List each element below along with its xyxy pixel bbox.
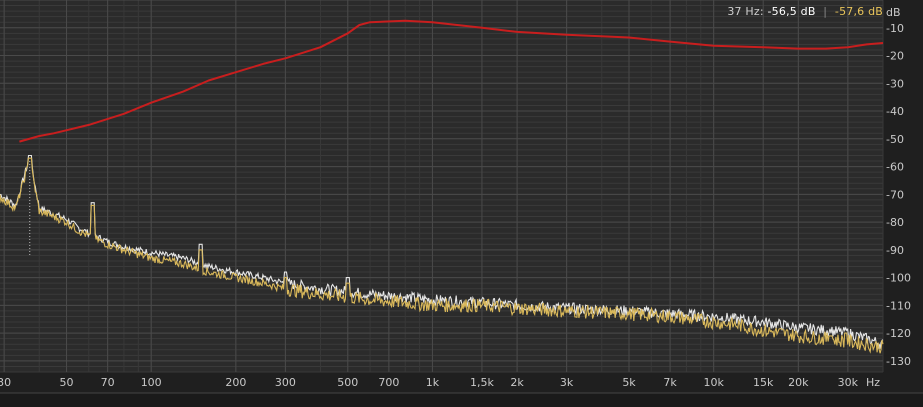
x-tick-label: 5k	[622, 376, 636, 389]
x-tick-label: 30k	[838, 376, 859, 389]
y-tick-label: -90	[886, 244, 904, 257]
x-tick-label: 100	[141, 376, 162, 389]
y-tick-label: dB	[886, 6, 901, 19]
y-tick-label: -120	[886, 327, 911, 340]
readout-value-white: -56,5 dB	[767, 5, 816, 18]
x-tick-label: 20k	[788, 376, 809, 389]
y-tick-label: -60	[886, 161, 904, 174]
y-tick-label: -30	[886, 77, 904, 90]
cursor-readout: 37 Hz: -56,5 dB | -57,6 dB	[727, 5, 883, 18]
spectrum-analyzer[interactable]: dB -10 -20 -30 -40 -50 -60 -70 -80 -90 -100 -110 -12…	[0, 0, 923, 407]
x-tick-label: 500	[337, 376, 358, 389]
x-tick-label: 70	[101, 376, 115, 389]
y-tick-label: -130	[886, 355, 911, 368]
readout-frequency: 37 Hz:	[727, 5, 764, 18]
y-tick-label: -110	[886, 299, 911, 312]
x-tick-label: 300	[275, 376, 296, 389]
x-tick-label: 10k	[703, 376, 724, 389]
x-tick-label: 1,5k	[470, 376, 494, 389]
x-tick-label: 30	[0, 376, 11, 389]
x-tick-label: 3k	[560, 376, 574, 389]
x-tick-label: 1k	[426, 376, 440, 389]
x-unit-label: Hz	[866, 376, 880, 389]
x-tick-label: 15k	[753, 376, 774, 389]
y-tick-label: -70	[886, 188, 904, 201]
y-tick-label: -80	[886, 216, 904, 229]
y-tick-label: -50	[886, 133, 904, 146]
readout-separator: |	[823, 5, 828, 18]
y-tick-label: -40	[886, 105, 904, 118]
x-tick-label: 2k	[510, 376, 524, 389]
readout-value-gold: -57,6 dB	[834, 5, 883, 18]
x-tick-label: 7k	[663, 376, 677, 389]
bottom-bar	[0, 393, 923, 407]
y-tick-label: -10	[886, 22, 904, 35]
x-tick-label: 50	[60, 376, 74, 389]
y-tick-label: -100	[886, 272, 911, 285]
y-tick-label: -20	[886, 50, 904, 63]
x-tick-label: 700	[378, 376, 399, 389]
x-tick-label: 200	[225, 376, 246, 389]
